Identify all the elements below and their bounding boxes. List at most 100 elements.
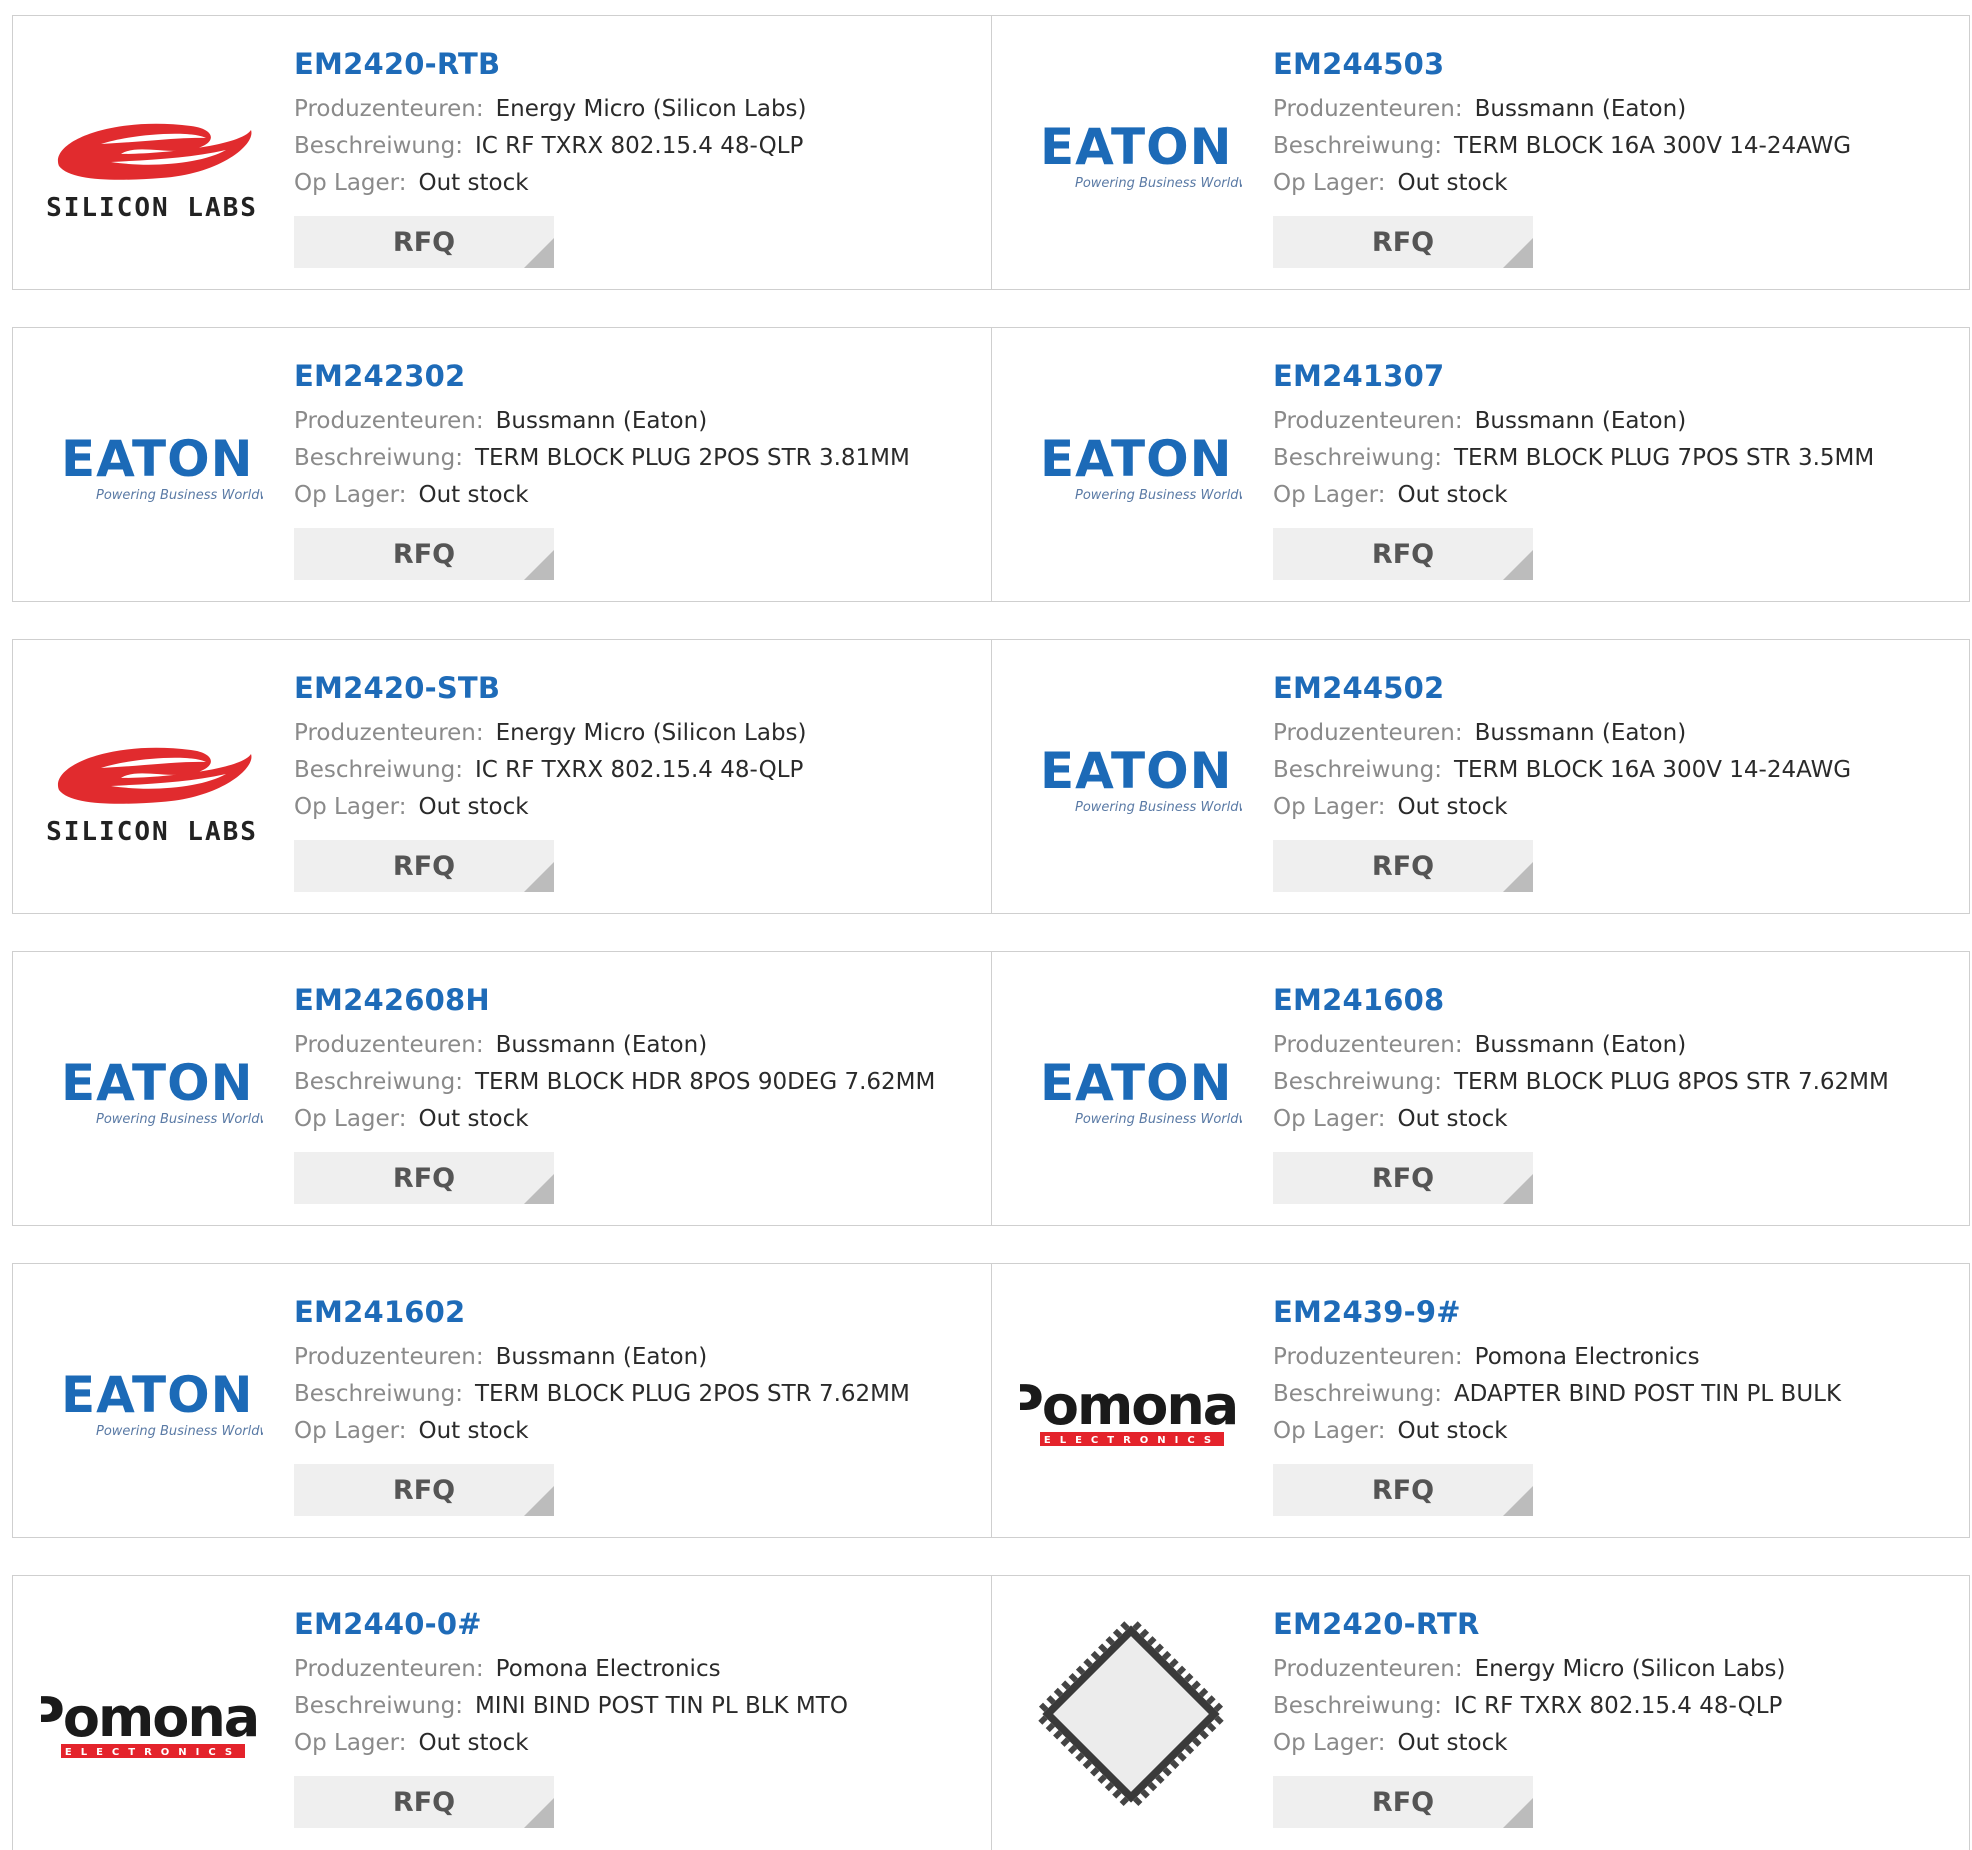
- stock-field: Op Lager: Out stock: [1273, 1106, 1508, 1132]
- part-number-link[interactable]: EM2420-RTR: [1273, 1607, 1480, 1641]
- manufacturer-label: Produzenteuren:: [1273, 1344, 1463, 1370]
- product-card: EATONPowering Business Worldwide EM244502…: [991, 640, 1969, 913]
- product-card: SILICON LABS EM2420-STB Produzenteuren: Ene…: [13, 640, 991, 913]
- rfq-button[interactable]: RFQ: [294, 528, 554, 580]
- pomona-logo[interactable]: Pomona.ELECTRONICS: [41, 1664, 263, 1784]
- rfq-button[interactable]: RFQ: [1273, 216, 1533, 268]
- description-field: Beschreiwung: TERM BLOCK PLUG 2POS STR 3.…: [294, 445, 910, 471]
- stock-field: Op Lager: Out stock: [294, 1730, 529, 1756]
- description-label: Beschreiwung:: [294, 1381, 463, 1407]
- silicon-labs-logo[interactable]: SILICON LABS: [41, 104, 263, 224]
- product-card: EATONPowering Business Worldwide EM242608…: [13, 952, 991, 1225]
- product-grid: SILICON LABS EM2420-RTB Produzenteuren: Ene…: [12, 15, 1970, 1850]
- product-row: EATONPowering Business Worldwide EM241602…: [12, 1263, 1970, 1538]
- manufacturer-label: Produzenteuren:: [294, 720, 484, 746]
- manufacturer-value: Energy Micro (Silicon Labs): [495, 96, 807, 122]
- stock-label: Op Lager:: [1273, 1418, 1386, 1444]
- eaton-logo[interactable]: EATONPowering Business Worldwide: [1020, 1040, 1242, 1160]
- stock-label: Op Lager:: [294, 1418, 407, 1444]
- description-label: Beschreiwung:: [294, 133, 463, 159]
- corner-decoration: [524, 550, 554, 580]
- manufacturer-value: Energy Micro (Silicon Labs): [1474, 1656, 1786, 1682]
- stock-value: Out stock: [418, 482, 529, 508]
- rfq-button[interactable]: RFQ: [1273, 1776, 1533, 1828]
- manufacturer-label: Produzenteuren:: [294, 1344, 484, 1370]
- part-number-link[interactable]: EM241602: [294, 1295, 465, 1329]
- description-value: IC RF TXRX 802.15.4 48-QLP: [474, 757, 804, 783]
- part-number-link[interactable]: EM244502: [1273, 671, 1444, 705]
- part-number-link[interactable]: EM244503: [1273, 47, 1444, 81]
- description-label: Beschreiwung:: [294, 445, 463, 471]
- part-number-link[interactable]: EM2420-RTB: [294, 47, 500, 81]
- corner-decoration: [1503, 238, 1533, 268]
- svg-text:Pomona.: Pomona.: [41, 1686, 263, 1749]
- manufacturer-label: Produzenteuren:: [1273, 1032, 1463, 1058]
- eaton-logo[interactable]: EATONPowering Business Worldwide: [41, 416, 263, 536]
- manufacturer-field: Produzenteuren: Bussmann (Eaton): [1273, 96, 1686, 122]
- eaton-logo[interactable]: EATONPowering Business Worldwide: [41, 1352, 263, 1472]
- description-field: Beschreiwung: TERM BLOCK PLUG 8POS STR 7.…: [1273, 1069, 1889, 1095]
- rfq-button[interactable]: RFQ: [1273, 840, 1533, 892]
- svg-text:EATON: EATON: [61, 1366, 253, 1424]
- product-card: EM2420-RTR Produzenteuren: Energy Micro (S…: [991, 1576, 1969, 1850]
- eaton-logo[interactable]: EATONPowering Business Worldwide: [1020, 728, 1242, 848]
- description-value: TERM BLOCK PLUG 2POS STR 3.81MM: [474, 445, 910, 471]
- part-number-link[interactable]: EM241307: [1273, 359, 1444, 393]
- part-number-link[interactable]: EM242302: [294, 359, 465, 393]
- description-value: TERM BLOCK 16A 300V 14-24AWG: [1453, 757, 1852, 783]
- manufacturer-field: Produzenteuren: Bussmann (Eaton): [294, 1032, 707, 1058]
- manufacturer-value: Pomona Electronics: [1474, 1344, 1700, 1370]
- product-card: EATONPowering Business Worldwide EM241608…: [991, 952, 1969, 1225]
- svg-text:Pomona.: Pomona.: [1020, 1374, 1242, 1437]
- eaton-logo[interactable]: EATONPowering Business Worldwide: [1020, 104, 1242, 224]
- manufacturer-value: Bussmann (Eaton): [495, 1344, 708, 1370]
- chip-image[interactable]: [1020, 1621, 1242, 1807]
- rfq-label: RFQ: [1371, 538, 1435, 570]
- description-field: Beschreiwung: IC RF TXRX 802.15.4 48-QLP: [294, 757, 803, 783]
- product-row: SILICON LABS EM2420-STB Produzenteuren: Ene…: [12, 639, 1970, 914]
- rfq-button[interactable]: RFQ: [1273, 1464, 1533, 1516]
- manufacturer-label: Produzenteuren:: [294, 96, 484, 122]
- pomona-logo[interactable]: Pomona.ELECTRONICS: [1020, 1352, 1242, 1472]
- description-value: TERM BLOCK HDR 8POS 90DEG 7.62MM: [474, 1069, 936, 1095]
- rfq-button[interactable]: RFQ: [1273, 1152, 1533, 1204]
- description-value: TERM BLOCK PLUG 7POS STR 3.5MM: [1453, 445, 1875, 471]
- manufacturer-label: Produzenteuren:: [294, 1032, 484, 1058]
- description-label: Beschreiwung:: [294, 1069, 463, 1095]
- rfq-button[interactable]: RFQ: [294, 216, 554, 268]
- description-field: Beschreiwung: IC RF TXRX 802.15.4 48-QLP: [1273, 1693, 1782, 1719]
- manufacturer-field: Produzenteuren: Pomona Electronics: [1273, 1344, 1700, 1370]
- description-label: Beschreiwung:: [1273, 1069, 1442, 1095]
- description-value: IC RF TXRX 802.15.4 48-QLP: [474, 133, 804, 159]
- part-number-link[interactable]: EM2439-9#: [1273, 1295, 1461, 1329]
- part-number-link[interactable]: EM2440-0#: [294, 1607, 482, 1641]
- part-number-link[interactable]: EM242608H: [294, 983, 490, 1017]
- rfq-button[interactable]: RFQ: [294, 840, 554, 892]
- silicon-labs-logo[interactable]: SILICON LABS: [41, 728, 263, 848]
- description-label: Beschreiwung:: [1273, 133, 1442, 159]
- stock-label: Op Lager:: [294, 794, 407, 820]
- stock-label: Op Lager:: [1273, 794, 1386, 820]
- description-field: Beschreiwung: TERM BLOCK HDR 8POS 90DEG 7…: [294, 1069, 935, 1095]
- rfq-button[interactable]: RFQ: [1273, 528, 1533, 580]
- part-number-link[interactable]: EM2420-STB: [294, 671, 500, 705]
- stock-value: Out stock: [1397, 1106, 1508, 1132]
- rfq-button[interactable]: RFQ: [294, 1152, 554, 1204]
- svg-text:EATON: EATON: [61, 430, 253, 488]
- rfq-button[interactable]: RFQ: [294, 1776, 554, 1828]
- rfq-label: RFQ: [1371, 1162, 1435, 1194]
- description-field: Beschreiwung: TERM BLOCK PLUG 7POS STR 3.…: [1273, 445, 1874, 471]
- description-value: TERM BLOCK 16A 300V 14-24AWG: [1453, 133, 1852, 159]
- manufacturer-label: Produzenteuren:: [294, 1656, 484, 1682]
- part-number-link[interactable]: EM241608: [1273, 983, 1444, 1017]
- corner-decoration: [1503, 1798, 1533, 1828]
- svg-text:SILICON LABS: SILICON LABS: [46, 193, 258, 223]
- corner-decoration: [524, 1798, 554, 1828]
- eaton-logo[interactable]: EATONPowering Business Worldwide: [41, 1040, 263, 1160]
- description-value: TERM BLOCK PLUG 8POS STR 7.62MM: [1453, 1069, 1889, 1095]
- eaton-logo[interactable]: EATONPowering Business Worldwide: [1020, 416, 1242, 536]
- rfq-button[interactable]: RFQ: [294, 1464, 554, 1516]
- description-field: Beschreiwung: TERM BLOCK 16A 300V 14-24AW…: [1273, 133, 1851, 159]
- svg-text:EATON: EATON: [1040, 118, 1232, 176]
- stock-field: Op Lager: Out stock: [294, 1106, 529, 1132]
